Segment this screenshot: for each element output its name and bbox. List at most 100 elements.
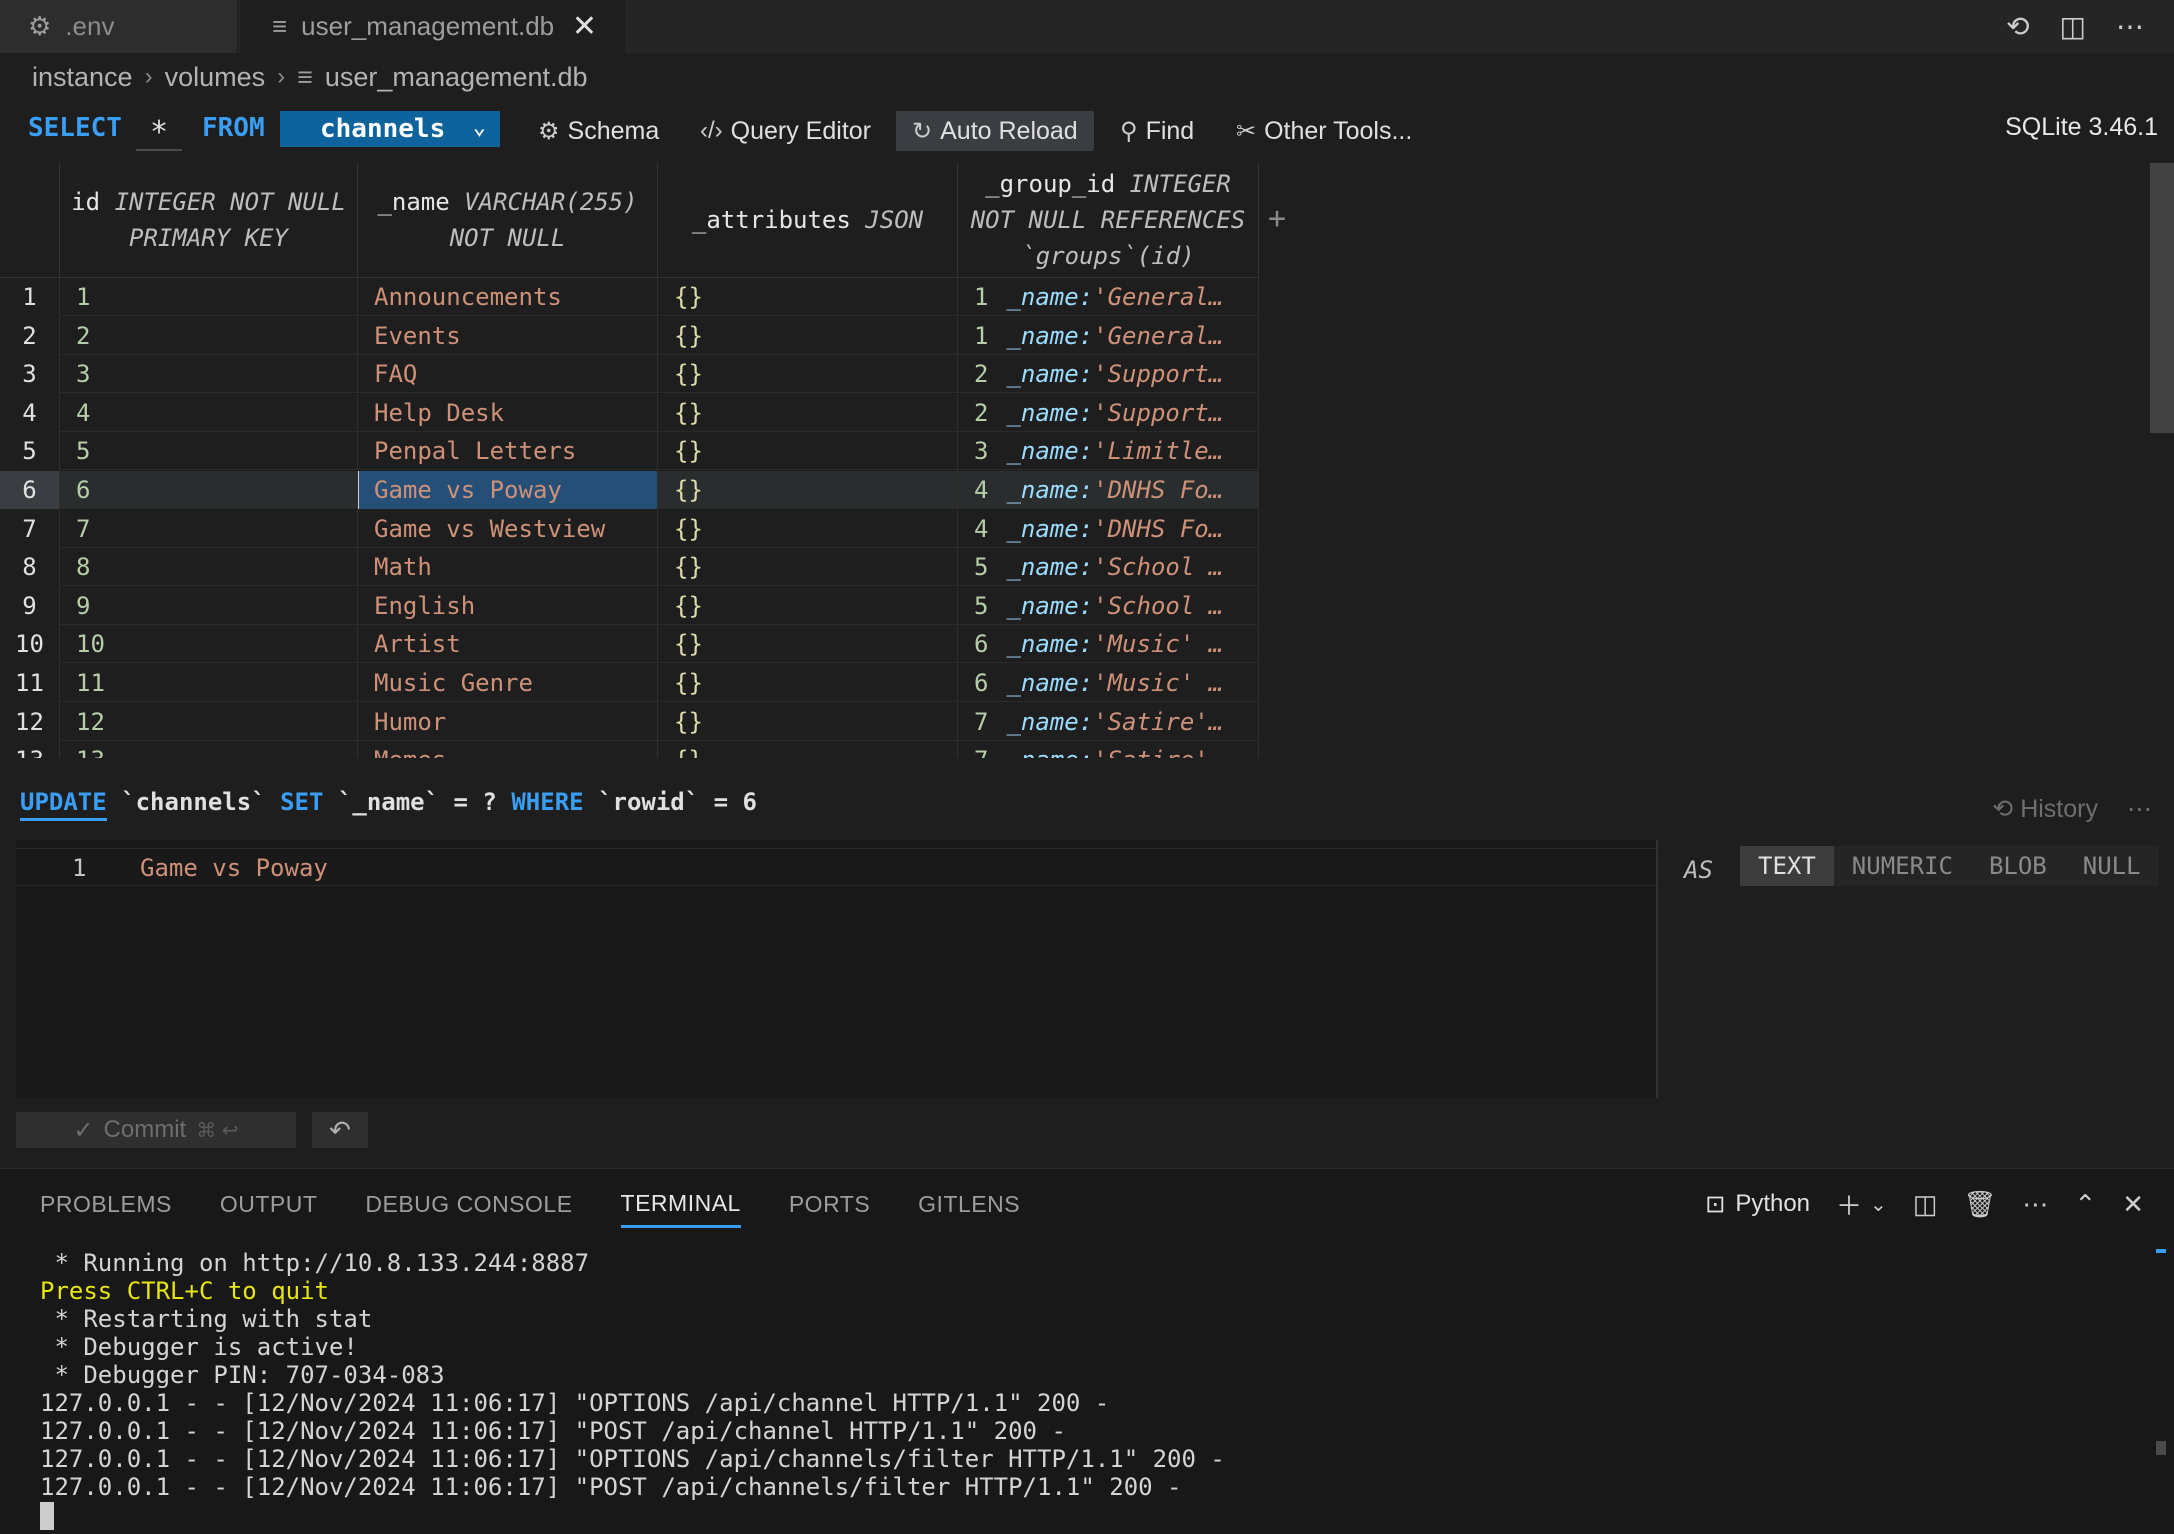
cell-id[interactable]: 10 — [60, 625, 358, 664]
row-number[interactable]: 2 — [0, 316, 60, 355]
cell-attributes[interactable]: {} — [658, 664, 958, 702]
cell-id[interactable]: 13 — [60, 741, 358, 758]
table-row[interactable]: 2 2 Events{} 1 _name:'General… — [0, 316, 1259, 355]
type-blob-button[interactable]: BLOB — [1971, 846, 2065, 886]
maximize-panel-icon[interactable]: ⌃ — [2074, 1189, 2096, 1220]
split-editor-icon[interactable]: ◫ — [2060, 10, 2086, 43]
cell-name[interactable]: Game vs Poway — [358, 471, 658, 509]
table-row[interactable]: 7 7 Game vs Westview{} 4 _name:'DNHS Fo… — [0, 509, 1259, 548]
commit-button[interactable]: ✓ Commit ⌘ ↩ — [16, 1112, 296, 1148]
add-column-icon[interactable]: + — [1268, 201, 1286, 236]
table-row[interactable]: 4 4 Help Desk{} 2 _name:'Support… — [0, 393, 1259, 432]
cell-group-id[interactable]: 4 _name:'DNHS Fo… — [958, 509, 1259, 548]
cell-id[interactable]: 2 — [60, 316, 358, 355]
cell-name[interactable]: Help Desk — [358, 393, 658, 432]
cell-attributes[interactable]: {} — [658, 316, 958, 355]
tab-problems[interactable]: PROBLEMS — [40, 1191, 172, 1218]
terminal-scrollbar[interactable] — [2156, 1441, 2166, 1455]
cell-id[interactable]: 12 — [60, 702, 358, 741]
row-number[interactable]: 3 — [0, 355, 60, 394]
cell-name[interactable]: Music Genre — [358, 664, 658, 702]
cell-attributes[interactable]: {} — [658, 625, 958, 664]
cell-id[interactable]: 6 — [60, 471, 358, 509]
auto-reload-button[interactable]: ↻ Auto Reload — [896, 111, 1094, 151]
cell-id[interactable]: 8 — [60, 548, 358, 587]
tab-env[interactable]: ⚙ .env — [0, 0, 238, 53]
more-actions-icon[interactable]: ⋯ — [2116, 10, 2144, 43]
query-editor-button[interactable]: ‹/› Query Editor — [700, 111, 871, 151]
cell-attributes[interactable]: {} — [658, 509, 958, 548]
column-header-attributes[interactable]: _attributes JSON — [658, 163, 958, 278]
history-button[interactable]: ⟲ History — [1992, 794, 2098, 824]
trash-icon[interactable]: 🗑 — [1963, 1189, 1996, 1220]
terminal-output[interactable]: * Running on http://10.8.133.244:8887 Pre… — [40, 1249, 1225, 1530]
cell-name[interactable]: English — [358, 586, 658, 625]
table-row[interactable]: 11 11 Music Genre{} 6 _name:'Music' … — [0, 664, 1259, 702]
value-editor[interactable]: 1 Game vs Poway — [16, 840, 1658, 1098]
cell-group-id[interactable]: 1 _name:'General… — [958, 278, 1259, 316]
more-actions-icon[interactable]: ⋯ — [2127, 794, 2152, 824]
cell-group-id[interactable]: 3 _name:'Limitle… — [958, 432, 1259, 471]
new-terminal-icon[interactable]: ＋ — [1836, 1186, 1862, 1223]
cell-name[interactable]: Math — [358, 548, 658, 587]
breadcrumb-item[interactable]: volumes — [165, 62, 266, 93]
cell-attributes[interactable]: {} — [658, 702, 958, 741]
row-number[interactable]: 7 — [0, 509, 60, 548]
table-select[interactable]: channels ⌄ — [280, 111, 500, 147]
type-numeric-button[interactable]: NUMERIC — [1834, 846, 1971, 886]
column-selector[interactable]: * — [136, 115, 182, 151]
split-terminal-icon[interactable]: ◫ — [1913, 1189, 1938, 1220]
type-null-button[interactable]: NULL — [2065, 846, 2159, 886]
row-number[interactable]: 4 — [0, 393, 60, 432]
cell-group-id[interactable]: 7 _name:'Satire'… — [958, 741, 1259, 758]
cell-name[interactable]: Game vs Westview — [358, 509, 658, 548]
cell-attributes[interactable]: {} — [658, 278, 958, 316]
cell-group-id[interactable]: 6 _name:'Music' … — [958, 625, 1259, 664]
cell-attributes[interactable]: {} — [658, 548, 958, 587]
close-icon[interactable]: ✕ — [572, 9, 597, 44]
type-text-button[interactable]: TEXT — [1740, 846, 1834, 886]
tab-terminal[interactable]: TERMINAL — [620, 1180, 741, 1228]
cell-name[interactable]: Events — [358, 316, 658, 355]
tab-debug-console[interactable]: DEBUG CONSOLE — [365, 1191, 572, 1218]
schema-button[interactable]: ⚙ Schema — [538, 111, 659, 151]
cell-id[interactable]: 7 — [60, 509, 358, 548]
row-number[interactable]: 9 — [0, 586, 60, 625]
cell-group-id[interactable]: 2 _name:'Support… — [958, 393, 1259, 432]
breadcrumb-item[interactable]: instance — [32, 62, 133, 93]
cell-name[interactable]: Announcements — [358, 278, 658, 316]
table-row[interactable]: 3 3 FAQ{} 2 _name:'Support… — [0, 355, 1259, 394]
revert-button[interactable]: ↶ — [312, 1112, 368, 1148]
cell-id[interactable]: 1 — [60, 278, 358, 316]
close-panel-icon[interactable]: ✕ — [2122, 1189, 2144, 1220]
column-header-group-id[interactable]: _group_id INTEGER NOT NULL REFERENCES `gro… — [958, 163, 1259, 278]
cell-group-id[interactable]: 1 _name:'General… — [958, 316, 1259, 355]
row-number[interactable]: 1 — [0, 278, 60, 316]
grid-scrollbar[interactable] — [2150, 163, 2174, 433]
row-number[interactable]: 5 — [0, 432, 60, 471]
cell-name[interactable]: FAQ — [358, 355, 658, 394]
tab-user-management-db[interactable]: ≡ user_management.db ✕ — [240, 0, 625, 53]
cell-group-id[interactable]: 5 _name:'School … — [958, 586, 1259, 625]
cell-name[interactable]: Artist — [358, 625, 658, 664]
table-row[interactable]: 6 6 Game vs Poway{} 4 _name:'DNHS Fo… — [0, 471, 1259, 509]
cell-name[interactable]: Humor — [358, 702, 658, 741]
cell-id[interactable]: 4 — [60, 393, 358, 432]
table-row[interactable]: 5 5 Penpal Letters{} 3 _name:'Limitle… — [0, 432, 1259, 471]
row-number[interactable]: 6 — [0, 471, 60, 509]
cell-id[interactable]: 3 — [60, 355, 358, 394]
cell-attributes[interactable]: {} — [658, 432, 958, 471]
cell-attributes[interactable]: {} — [658, 355, 958, 394]
table-row[interactable]: 10 10 Artist{} 6 _name:'Music' … — [0, 625, 1259, 664]
table-row[interactable]: 1313Memes{}7_name:'Satire'… — [0, 741, 1259, 758]
row-number[interactable]: 12 — [0, 702, 60, 741]
cell-group-id[interactable]: 7 _name:'Satire'… — [958, 702, 1259, 741]
row-number[interactable]: 10 — [0, 625, 60, 664]
cell-group-id[interactable]: 2 _name:'Support… — [958, 355, 1259, 394]
cell-name[interactable]: Memes — [358, 741, 658, 758]
tab-ports[interactable]: PORTS — [789, 1191, 870, 1218]
cell-id[interactable]: 9 — [60, 586, 358, 625]
cell-name[interactable]: Penpal Letters — [358, 432, 658, 471]
tab-output[interactable]: OUTPUT — [220, 1191, 318, 1218]
table-row[interactable]: 9 9 English{} 5 _name:'School … — [0, 586, 1259, 625]
